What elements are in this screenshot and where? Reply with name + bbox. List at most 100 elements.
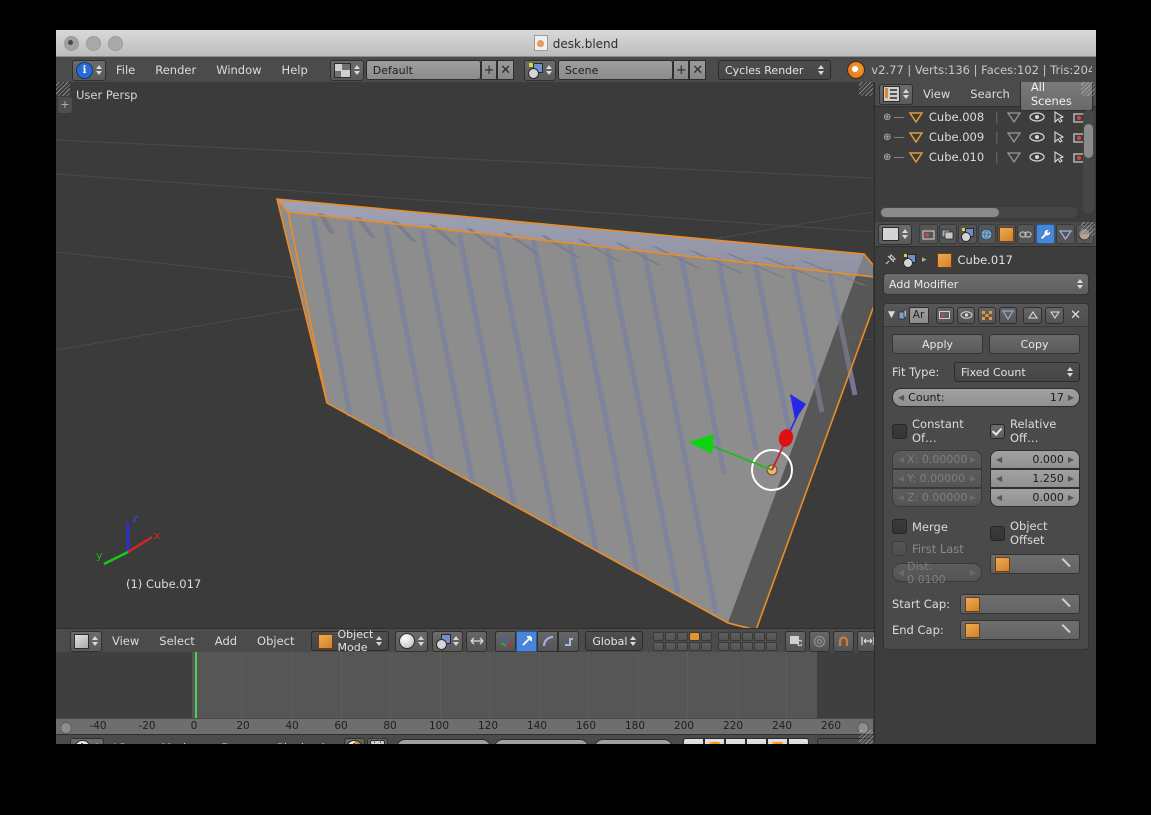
timeline-scrollbar-right-handle[interactable]	[857, 722, 869, 734]
snap-during-transform-toggle[interactable]	[466, 630, 488, 652]
mesh-data-icon[interactable]	[1006, 151, 1021, 163]
start-cap-object-field[interactable]	[960, 594, 1080, 614]
layer-button[interactable]	[742, 641, 754, 651]
scene-icon[interactable]	[903, 254, 916, 268]
collapse-triangle-icon[interactable]: ▼	[888, 310, 895, 320]
frame-end-field[interactable]: ◀ End: 250 ▶	[493, 738, 589, 745]
proportional-editing-button[interactable]	[809, 630, 831, 652]
screen-layout-name-field[interactable]: Default	[365, 60, 481, 80]
properties-tab-constraints[interactable]	[1016, 224, 1036, 244]
editor-type-selector-info[interactable]: i	[72, 59, 106, 81]
menu-help[interactable]: Help	[272, 58, 318, 82]
constant-offset-x-field[interactable]: ◀ X: 0.00000 ▶	[892, 450, 982, 469]
timeline-scrollbar-left-handle[interactable]	[60, 722, 72, 734]
outliner-horizontal-scrollbar[interactable]	[880, 207, 1077, 218]
relative-offset-checkbox[interactable]	[990, 423, 1005, 439]
relative-offset-y-field[interactable]: ◀ 1.250 ▶	[990, 469, 1080, 488]
auto-keyframe-toggle[interactable]	[344, 737, 366, 744]
menu-marker[interactable]: Marker	[151, 736, 211, 744]
layer-button[interactable]	[730, 631, 742, 641]
render-engine-dropdown[interactable]: Cycles Render	[717, 60, 832, 80]
jump-to-start-button[interactable]: ⏮	[683, 738, 705, 744]
menu-object[interactable]: Object	[247, 629, 304, 653]
properties-tab-bar[interactable]	[875, 222, 1096, 247]
menu-view[interactable]: View	[913, 82, 960, 106]
first-last-checkbox[interactable]	[892, 541, 907, 556]
properties-tab-render[interactable]	[919, 224, 938, 244]
sync-mode-dropdown[interactable]: No Syn	[817, 738, 877, 744]
render-preview-button[interactable]	[785, 630, 807, 652]
snap-magnet-toggle[interactable]	[833, 630, 855, 652]
menu-window[interactable]: Window	[206, 58, 271, 82]
mesh-data-icon[interactable]	[1006, 131, 1021, 143]
modifier-apply-button[interactable]: Apply	[892, 334, 983, 354]
merge-checkbox[interactable]	[892, 519, 907, 534]
timeline-track[interactable]	[56, 652, 873, 718]
eyedropper-icon[interactable]	[1063, 624, 1075, 636]
menu-view[interactable]: View	[102, 629, 149, 653]
layer-button[interactable]	[677, 631, 689, 641]
playback-transport[interactable]: ⏮ ⏪ ◁ ▷ ⏩ ⏭	[683, 738, 810, 744]
lock-timeline-toggle[interactable]	[367, 737, 389, 744]
manipulator-enable-toggle[interactable]	[495, 630, 517, 652]
cursor-arrow-icon[interactable]	[1053, 131, 1065, 143]
delete-screen-layout-button[interactable]: ✕	[497, 60, 514, 80]
modifier-on-cage-toggle[interactable]	[999, 306, 1018, 324]
layer-button[interactable]	[718, 631, 730, 641]
interaction-mode-dropdown[interactable]: Object Mode	[310, 628, 390, 654]
pin-icon[interactable]	[883, 253, 897, 267]
constant-offset-checkbox[interactable]	[892, 423, 907, 439]
layer-button[interactable]	[689, 641, 701, 651]
breadcrumb-object-name[interactable]: Cube.017	[958, 253, 1013, 267]
end-cap-object-field[interactable]	[960, 620, 1080, 640]
cursor-arrow-icon[interactable]	[1053, 111, 1065, 123]
layer-button[interactable]	[653, 631, 665, 641]
properties-tab-data[interactable]	[1055, 224, 1075, 244]
scene-name-field[interactable]: Scene	[557, 60, 673, 80]
jump-to-end-button[interactable]: ⏭	[788, 738, 810, 744]
menu-render[interactable]: Render	[145, 58, 206, 82]
modifier-render-visibility-toggle[interactable]	[936, 306, 955, 324]
outliner-object-name[interactable]: Cube.008	[929, 110, 995, 124]
layer-button[interactable]	[718, 641, 730, 651]
menu-search[interactable]: Search	[960, 82, 1020, 106]
layer-button[interactable]	[653, 641, 665, 651]
scene-layers-group-2[interactable]	[718, 631, 778, 651]
properties-tab-material[interactable]	[1075, 224, 1095, 244]
viewport-shading-selector[interactable]	[395, 630, 429, 652]
merge-distance-field[interactable]: ◀ Dist: 0.0100 ▶	[892, 560, 982, 586]
add-scene-button[interactable]: +	[672, 60, 690, 80]
manipulator-toggles[interactable]	[495, 630, 580, 652]
current-frame-field[interactable]: ◀ 1 ▶	[593, 738, 674, 744]
modifier-delete-button[interactable]: ✕	[1070, 308, 1081, 323]
jump-prev-keyframe-button[interactable]: ⏪	[704, 738, 726, 744]
manipulator-translate-toggle[interactable]	[516, 630, 538, 652]
properties-tab-world[interactable]	[977, 224, 997, 244]
frame-start-field[interactable]: ◀ Start: 1 ▶	[396, 738, 491, 745]
play-button[interactable]: ▷	[746, 738, 768, 744]
properties-tab-scene[interactable]	[958, 224, 977, 244]
outliner-row[interactable]: ⊕ — Cube.010 |	[875, 147, 1096, 167]
pivot-point-selector[interactable]	[432, 630, 464, 652]
menu-add[interactable]: Add	[205, 629, 247, 653]
editor-type-selector-outliner[interactable]	[879, 83, 913, 105]
outliner-vertical-scrollbar[interactable]	[1083, 110, 1094, 214]
modifier-copy-button[interactable]: Copy	[989, 334, 1080, 354]
toolshelf-open-tab[interactable]: +	[58, 97, 72, 113]
decrement-arrow-icon[interactable]: ◀	[898, 393, 904, 402]
increment-arrow-icon[interactable]: ▶	[479, 744, 485, 745]
layer-button-active[interactable]	[689, 631, 701, 641]
editor-type-selector-3dview[interactable]	[70, 630, 102, 652]
timeline-playhead[interactable]	[195, 652, 197, 718]
object-offset-checkbox[interactable]	[990, 525, 1005, 541]
object-offset-object-field[interactable]	[990, 554, 1080, 574]
modifier-move-up-button[interactable]	[1023, 306, 1043, 324]
mesh-data-icon[interactable]	[1006, 111, 1021, 123]
editor-type-selector-timeline[interactable]	[70, 737, 104, 744]
timeline-ruler[interactable]: -40 -20 0 20 40 60 80 100 120 140 160 18…	[56, 718, 873, 735]
outliner-row[interactable]: ⊕ — Cube.009 |	[875, 127, 1096, 147]
menu-playback[interactable]: Playback	[267, 736, 338, 744]
layer-button[interactable]	[766, 641, 778, 651]
timeline-editor[interactable]: -40 -20 0 20 40 60 80 100 120 140 160 18…	[56, 652, 881, 745]
increment-arrow-icon[interactable]: ▶	[577, 744, 583, 745]
